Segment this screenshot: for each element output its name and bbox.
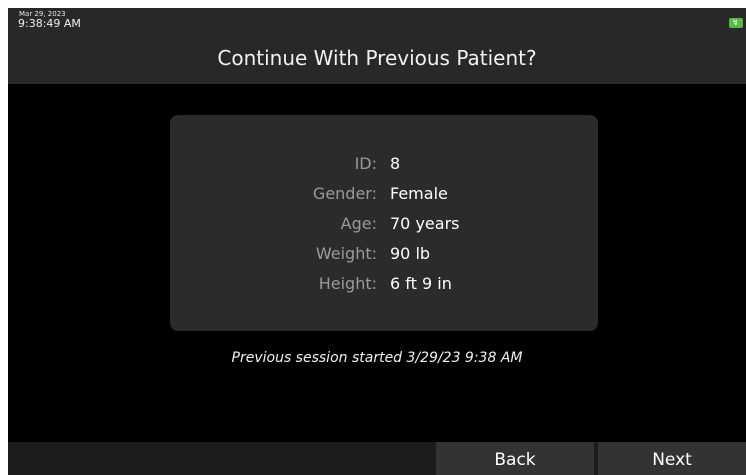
patient-age-row: Age: 70 years — [170, 212, 598, 236]
patient-id-row: ID: 8 — [170, 152, 598, 176]
patient-info-card: ID: 8 Gender: Female Age: 70 years Weigh… — [170, 115, 598, 331]
patient-height-label: Height: — [318, 274, 377, 293]
back-button[interactable]: Back — [436, 442, 594, 475]
patient-age-label: Age: — [340, 214, 377, 233]
header-bar: Mar 29, 2023 9:38:49 AM ↯ Continue With … — [8, 8, 746, 84]
battery-charging-icon: ↯ — [729, 18, 743, 28]
patient-weight-value: 90 lb — [390, 244, 431, 263]
device-screen: Mar 29, 2023 9:38:49 AM ↯ Continue With … — [8, 8, 746, 475]
next-button[interactable]: Next — [598, 442, 746, 475]
patient-id-value: 8 — [390, 154, 401, 173]
patient-weight-row: Weight: 90 lb — [170, 242, 598, 266]
patient-height-row: Height: 6 ft 9 in — [170, 272, 598, 296]
patient-weight-label: Weight: — [315, 244, 377, 263]
patient-id-label: ID: — [354, 154, 377, 173]
charging-bolt-icon: ↯ — [732, 18, 739, 27]
status-time: 9:38:49 AM — [18, 17, 81, 30]
footer-bar: Back Next — [8, 442, 746, 475]
patient-gender-label: Gender: — [312, 184, 377, 203]
previous-session-note: Previous session started 3/29/23 9:38 AM — [231, 350, 523, 366]
patient-gender-value: Female — [390, 184, 448, 203]
patient-height-value: 6 ft 9 in — [390, 274, 452, 293]
patient-gender-row: Gender: Female — [170, 182, 598, 206]
page-title: Continue With Previous Patient? — [217, 46, 537, 70]
patient-age-value: 70 years — [390, 214, 460, 233]
